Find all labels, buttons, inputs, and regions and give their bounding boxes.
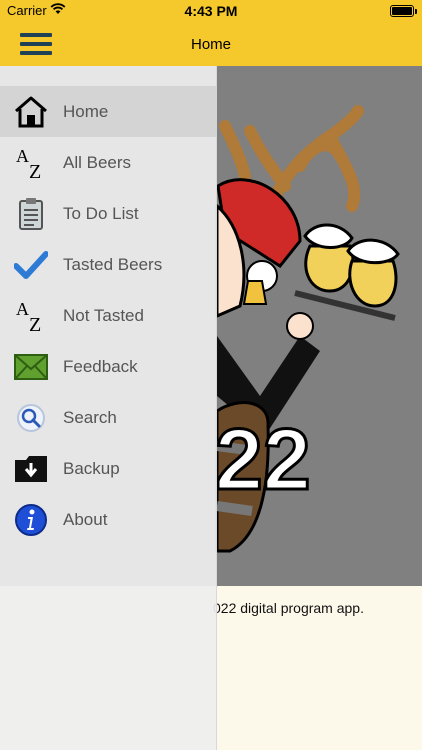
svg-text:Z: Z [29, 161, 41, 180]
menu-item-label: All Beers [63, 153, 132, 172]
menu-item-all-beers[interactable]: A Z All Beers [0, 137, 217, 188]
menu-item-label: To Do List [63, 204, 139, 223]
home-icon [14, 95, 48, 129]
menu-item-label: Home [63, 102, 109, 121]
menu-item-label: Not Tasted [63, 306, 144, 325]
menu-item-label: About [63, 510, 108, 529]
menu-item-search[interactable]: Search [0, 392, 217, 443]
magnifier-icon [14, 401, 48, 435]
folder-download-icon [14, 452, 48, 486]
intro-text: 022 digital program app. [213, 600, 364, 616]
menu-item-not-tasted[interactable]: A Z Not Tasted [0, 290, 217, 341]
envelope-icon [14, 350, 48, 384]
clock: 4:43 PM [184, 3, 238, 19]
svg-text:A: A [16, 299, 29, 319]
clipboard-icon [14, 197, 48, 231]
page-title: Home [190, 36, 231, 53]
menu-item-label: Feedback [63, 357, 138, 376]
svg-text:A: A [16, 146, 29, 166]
menu-item-backup[interactable]: Backup [0, 443, 217, 494]
side-drawer-menu: Home A Z All Beers To Do List Tasted Bee… [0, 66, 217, 750]
az-sort-icon: A Z [14, 299, 48, 333]
svg-text:Z: Z [29, 314, 41, 333]
battery-icon [390, 5, 417, 17]
status-bar: Carrier 4:43 PM [0, 0, 422, 22]
poster-year-text: 22 [214, 411, 313, 510]
menu-item-label: Search [63, 408, 117, 427]
menu-item-tasted-beers[interactable]: Tasted Beers [0, 239, 217, 290]
menu-item-to-do-list[interactable]: To Do List [0, 188, 217, 239]
menu-item-label: Tasted Beers [63, 255, 163, 274]
az-sort-icon: A Z [14, 146, 48, 180]
menu-item-home[interactable]: Home [0, 86, 217, 137]
menu-item-about[interactable]: About [0, 494, 217, 545]
navigation-bar: Home [0, 22, 422, 66]
menu-item-label: Backup [63, 459, 120, 478]
checkmark-icon [14, 248, 48, 282]
info-icon [14, 503, 48, 537]
menu-item-feedback[interactable]: Feedback [0, 341, 217, 392]
